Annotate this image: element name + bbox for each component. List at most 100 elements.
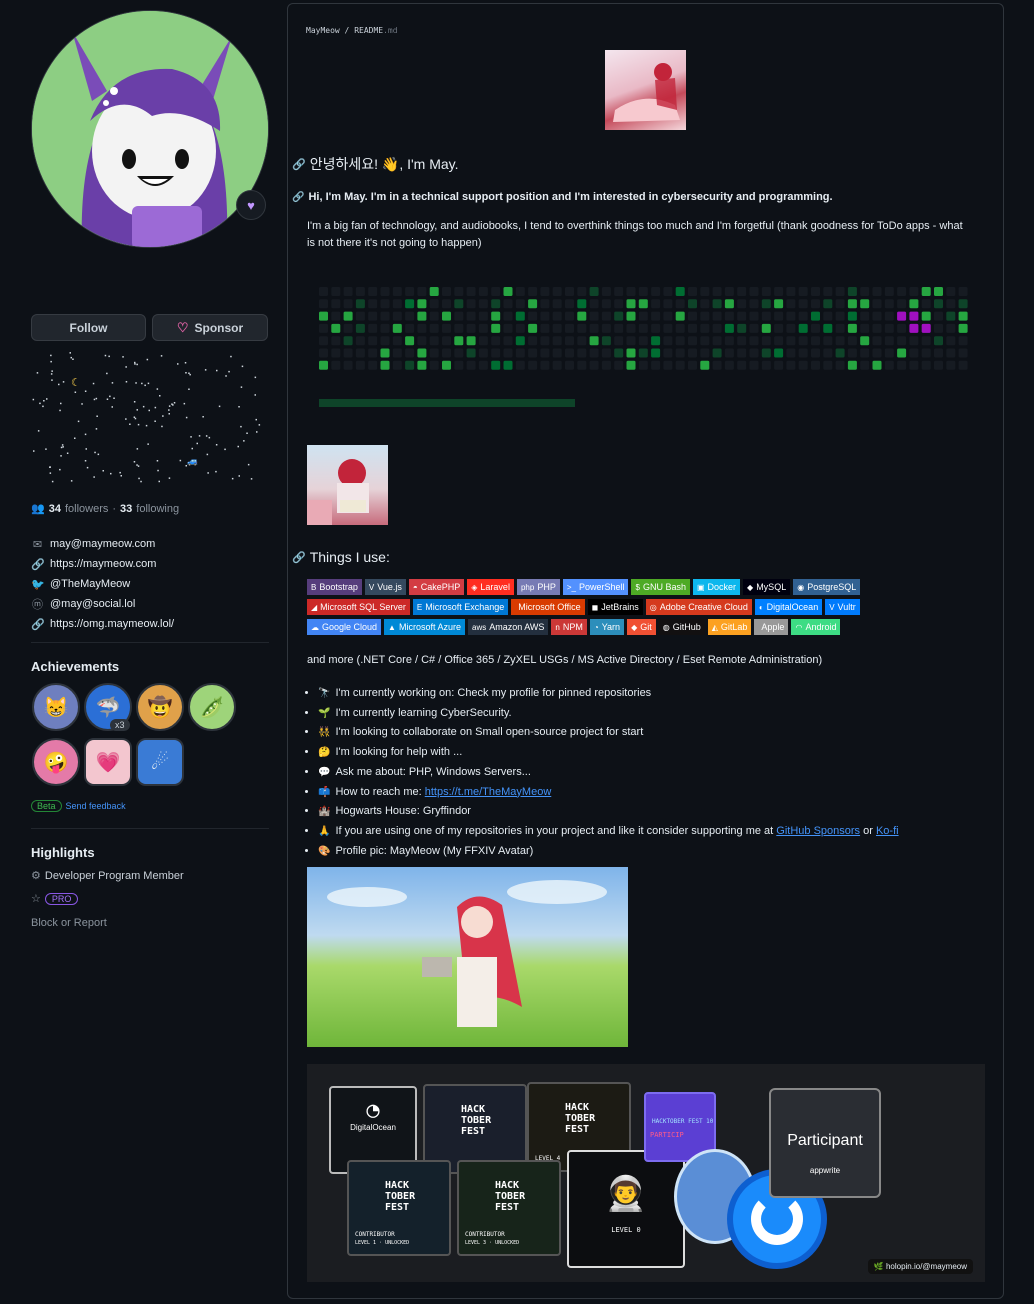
star-dot: [60, 446, 63, 449]
tech-badge[interactable]: ▲ Microsoft Azure: [384, 619, 465, 635]
block-report-link[interactable]: Block or Report: [31, 917, 107, 929]
tech-badge[interactable]: $ GNU Bash: [631, 579, 690, 595]
link-website[interactable]: 🔗 https://maymeow.com: [31, 554, 174, 574]
developer-program-label[interactable]: Developer Program Member: [45, 870, 184, 882]
tech-badge[interactable]: E Microsoft Exchange: [412, 599, 509, 615]
tech-badge[interactable]: ◍ GitHub: [658, 619, 705, 635]
followers-label[interactable]: followers: [65, 503, 108, 515]
contribution-cell: [860, 323, 870, 333]
star-dot: [198, 435, 201, 437]
developer-program-row[interactable]: ⚙ Developer Program Member: [31, 869, 184, 883]
crumb-file[interactable]: README: [354, 26, 383, 35]
follow-button[interactable]: Follow: [31, 314, 146, 341]
tech-badge[interactable]: ▣ Docker: [692, 579, 741, 595]
anchor-link-icon[interactable]: 🔗: [292, 192, 304, 203]
contribution-cell: [958, 287, 968, 296]
tech-badge[interactable]: ◆ MySQL: [743, 579, 791, 595]
contribution-cell: [331, 311, 341, 321]
readme-panel: MayMeow / README.md 🔗 안녕하세요! 👋, I'm May.…: [287, 3, 1004, 1299]
star-dot: [51, 480, 54, 483]
achievement-badge-quickdraw[interactable]: 😸: [32, 683, 80, 731]
send-feedback-link[interactable]: Send feedback: [66, 801, 126, 811]
contribution-cell: [798, 299, 808, 309]
tech-badge[interactable]: php PHP: [516, 579, 560, 595]
link-twitter[interactable]: 🐦 @TheMayMeow: [31, 574, 174, 594]
tech-badge[interactable]: ◆ Git: [627, 619, 656, 635]
tech-badge[interactable]: V Vue.js: [364, 579, 406, 595]
tech-badge[interactable]: n NPM: [551, 619, 587, 635]
anchor-link-icon[interactable]: 🔗: [292, 158, 306, 171]
star-dot: [240, 425, 242, 428]
link-text[interactable]: https://omg.maymeow.lol/: [50, 618, 174, 630]
holopin-credit[interactable]: 🌿 holopin.io/@maymeow: [867, 1259, 973, 1274]
tech-badge[interactable]: ◓ CakePHP: [408, 579, 465, 595]
link-email[interactable]: ✉ may@maymeow.com: [31, 534, 174, 554]
achievement-badge-pair[interactable]: 🫛: [188, 683, 236, 731]
achievement-badge-arctic[interactable]: ☄: [136, 738, 184, 786]
link-text[interactable]: @TheMayMeow: [50, 578, 130, 590]
list-item: 🎨 Profile pic: MayMeow (My FFXIV Avatar): [318, 842, 899, 862]
contribution-cell: [478, 323, 488, 333]
holopin-hacktoberfest-contributor-1[interactable]: HACK TOBER FEST CONTRIBUTOR LEVEL 1 · UN…: [347, 1160, 451, 1256]
link-text[interactable]: may@maymeow.com: [50, 538, 155, 550]
holopin-hacktoberfest-contributor-3[interactable]: HACK TOBER FEST CONTRIBUTOR LEVEL 3 · UN…: [457, 1160, 561, 1256]
following-count[interactable]: 33: [120, 503, 132, 515]
anchor-link-icon[interactable]: 🔗: [292, 551, 306, 564]
contribution-cell: [552, 348, 562, 358]
following-label[interactable]: following: [136, 503, 179, 515]
tech-badge[interactable]: ◉ PostgreSQL: [793, 579, 861, 595]
contribution-cell: [466, 323, 476, 333]
star-dot: [147, 443, 149, 445]
link-omg[interactable]: 🔗 https://omg.maymeow.lol/: [31, 614, 174, 634]
holopin-label: PARTICIP: [650, 1131, 684, 1139]
tech-badge[interactable]: aws Amazon AWS: [468, 619, 549, 635]
contribution-cell: [368, 311, 378, 321]
tech-badge[interactable]: B Bootstrap: [307, 579, 362, 595]
crumb-user[interactable]: MayMeow: [306, 26, 340, 35]
tech-badge[interactable]: ◭ GitLab: [707, 619, 752, 635]
tech-badge[interactable]: V Vultr: [825, 599, 860, 615]
contribution-cell: [651, 287, 661, 296]
link-text[interactable]: @may@social.lol: [50, 598, 135, 610]
star-dot: [254, 376, 257, 379]
contribution-cell: [811, 336, 820, 346]
holopin-credit-text[interactable]: holopin.io/@maymeow: [886, 1262, 967, 1271]
tech-badge[interactable]: ◎ Adobe Creative Cloud: [645, 599, 752, 615]
tech-badge[interactable]: ◢ Microsoft SQL Server: [307, 599, 410, 615]
contribution-cell: [552, 311, 562, 321]
tech-badge[interactable]: Apple: [754, 619, 789, 635]
bullet-link[interactable]: Ko-fi: [876, 825, 899, 837]
followers-count[interactable]: 34: [49, 503, 61, 515]
holopin-astronaut-badge[interactable]: 👨‍🚀 LEVEL 0: [567, 1150, 685, 1268]
bullet-text: I'm looking for help with ...: [335, 746, 463, 759]
achievements-title[interactable]: Achievements: [31, 659, 119, 674]
achievement-badge-starstruck[interactable]: 🤠: [136, 683, 184, 731]
tech-badge[interactable]: ◐ DigitalOcean: [754, 599, 823, 615]
contribution-cell: [343, 287, 353, 296]
contribution-cell: [355, 323, 365, 333]
star-dot: [125, 418, 127, 420]
status-heart-icon[interactable]: ♥: [236, 190, 266, 220]
bullet-link[interactable]: https://t.me/TheMayMeow: [425, 786, 552, 798]
tech-badge[interactable]: ◈ Laravel: [467, 579, 514, 595]
contribution-cell: [774, 287, 784, 296]
tech-badge[interactable]: ☁ Google Cloud: [307, 619, 382, 635]
link-mastodon[interactable]: ⓜ @may@social.lol: [31, 594, 174, 614]
holopin-appwrite-participant-badge[interactable]: Participant appwrite: [769, 1088, 881, 1198]
bullet-link[interactable]: GitHub Sponsors: [776, 825, 860, 837]
sponsor-button[interactable]: ♡ Sponsor: [152, 314, 268, 341]
star-dot: [256, 431, 258, 433]
avatar[interactable]: [31, 10, 269, 248]
tech-badge[interactable]: Microsoft Office: [511, 599, 585, 615]
achievement-badge-yolo[interactable]: 🤪: [32, 738, 80, 786]
star-dot: [237, 445, 239, 448]
contribution-cell: [872, 287, 882, 296]
link-text[interactable]: https://maymeow.com: [50, 558, 156, 570]
tech-badge[interactable]: ◼ JetBrains: [587, 599, 643, 615]
tech-badge[interactable]: ◠ Android: [791, 619, 841, 635]
star-dot: [104, 354, 107, 357]
tech-badge[interactable]: >_ PowerShell: [562, 579, 629, 595]
achievement-badge-heart[interactable]: 💗: [84, 738, 132, 786]
tech-logo-icon: E: [416, 602, 423, 612]
tech-badge[interactable]: ◔ Yarn: [589, 619, 625, 635]
